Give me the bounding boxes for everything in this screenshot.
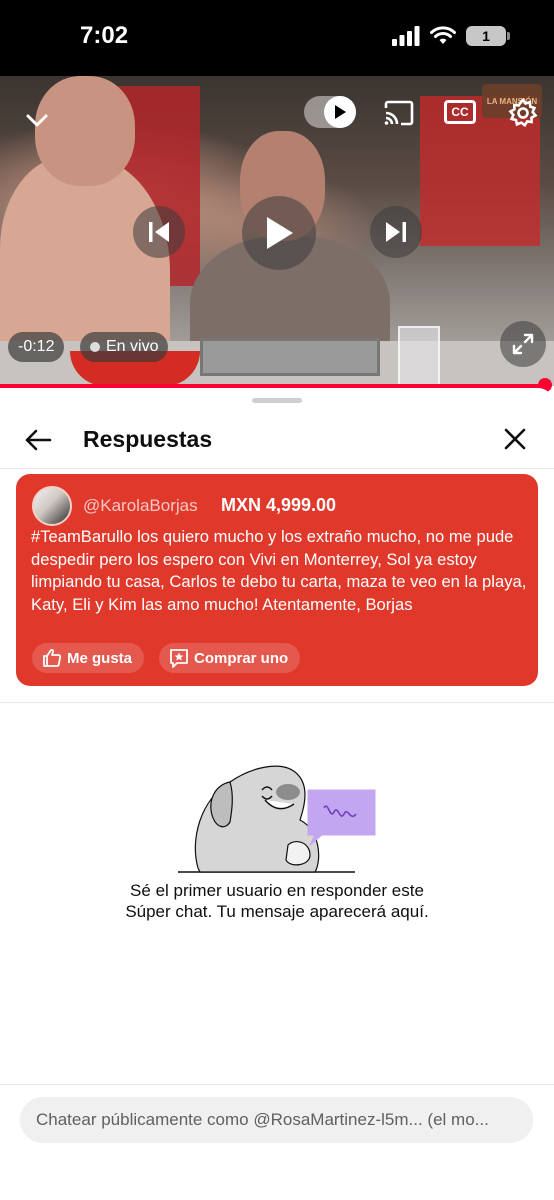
time-remaining: -0:12 (8, 332, 65, 362)
avatar[interactable] (32, 486, 72, 526)
video-scene (398, 326, 440, 386)
video-scene (200, 338, 380, 376)
closed-captions-icon: CC (451, 105, 469, 119)
previous-button[interactable] (133, 206, 185, 258)
divider (0, 1084, 554, 1085)
settings-button[interactable] (506, 96, 540, 130)
super-chat-star-icon (170, 649, 188, 668)
cast-button[interactable] (382, 96, 416, 130)
battery-icon: 1 (466, 26, 510, 46)
close-button[interactable] (500, 424, 530, 454)
status-icons: 1 (392, 26, 510, 46)
super-chat-card: @KarolaBorjas MXN 4,999.00 #TeamBarullo … (16, 474, 538, 686)
empty-state-illustration (178, 765, 376, 873)
signal-icon (392, 26, 420, 46)
wifi-icon (430, 26, 456, 44)
closed-captions-button[interactable]: CC (444, 100, 476, 124)
gear-icon (508, 98, 538, 128)
play-icon (267, 217, 293, 249)
super-chat-amount: MXN 4,999.00 (221, 495, 337, 515)
arrow-left-icon (25, 429, 52, 451)
empty-state-text: Sé el primer usuario en responder este S… (125, 881, 429, 921)
drag-handle[interactable] (252, 398, 302, 403)
minimize-button[interactable] (22, 106, 52, 136)
autoplay-toggle-icon (324, 96, 356, 128)
close-icon (504, 428, 526, 450)
live-label: En vivo (106, 338, 159, 355)
live-dot-icon (90, 342, 100, 352)
divider (0, 702, 554, 703)
next-button[interactable] (370, 206, 422, 258)
divider (0, 468, 554, 469)
back-button[interactable] (22, 424, 54, 456)
play-button[interactable] (242, 196, 316, 270)
cast-icon (384, 100, 414, 126)
status-bar: 7:02 1 (0, 0, 554, 76)
like-button[interactable]: Me gusta (32, 643, 145, 673)
previous-icon (149, 222, 169, 242)
thumbs-up-icon (43, 648, 62, 667)
super-chat-username[interactable]: @KarolaBorjas (83, 496, 198, 516)
like-label: Me gusta (67, 649, 133, 667)
chevron-down-icon (26, 114, 48, 127)
buy-label: Comprar uno (194, 649, 289, 667)
buy-super-chat-button[interactable]: Comprar uno (159, 643, 301, 673)
status-time: 7:02 (80, 22, 129, 49)
autoplay-toggle[interactable] (304, 96, 356, 128)
super-chat-message: #TeamBarullo los quiero mucho y los extr… (31, 527, 527, 614)
live-badge[interactable]: En vivo (80, 332, 169, 362)
video-player[interactable]: LA MANSIÓN CC -0:12 En vivo (0, 76, 554, 386)
fullscreen-button[interactable] (500, 321, 546, 367)
next-icon (386, 222, 406, 242)
chat-input[interactable]: Chatear públicamente como @RosaMartinez-… (20, 1097, 533, 1143)
responses-panel: Respuestas @KarolaBorjas MXN 4,999.00 #T… (0, 388, 554, 1200)
fullscreen-icon (512, 333, 534, 355)
panel-title: Respuestas (83, 426, 213, 452)
